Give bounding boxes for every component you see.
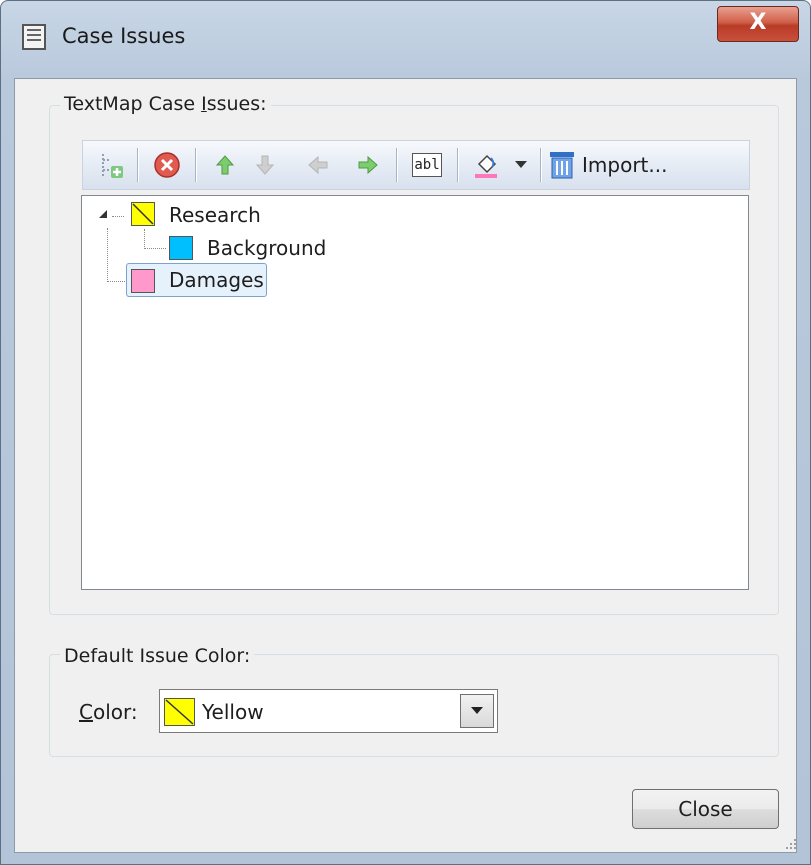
toolbar-separator	[540, 148, 541, 182]
selected-color-swatch	[164, 698, 195, 726]
tree-connector	[107, 228, 108, 282]
move-right-button[interactable]	[348, 148, 388, 182]
move-left-icon	[308, 155, 328, 175]
move-up-icon	[215, 155, 235, 175]
tree-item-research[interactable]: Research	[169, 203, 261, 227]
fill-color-dropdown[interactable]	[508, 148, 534, 182]
close-button[interactable]: Close	[632, 789, 779, 829]
tree-connector	[144, 229, 145, 249]
tree-connector	[112, 216, 124, 217]
move-right-icon	[358, 155, 378, 175]
expand-collapse-icon[interactable]	[97, 208, 109, 220]
dropdown-arrow-icon	[515, 161, 527, 168]
window-close-button[interactable]: X	[717, 6, 799, 42]
color-dropdown-button[interactable]	[460, 694, 494, 728]
issues-group-label: TextMap Case Issues:	[60, 93, 271, 115]
rename-button[interactable]: abl	[405, 148, 449, 182]
toolbar-separator	[137, 148, 138, 182]
resize-grip-icon[interactable]	[785, 838, 797, 850]
import-button[interactable]: Import...	[548, 148, 694, 182]
tree-connector	[144, 248, 166, 249]
fill-color-button[interactable]	[466, 148, 506, 182]
damages-swatch	[131, 269, 155, 293]
toolbar-separator	[396, 148, 397, 182]
research-swatch	[131, 202, 155, 226]
move-left-button[interactable]	[298, 148, 338, 182]
app-icon	[22, 24, 46, 50]
import-icon	[550, 152, 574, 179]
move-down-button[interactable]	[245, 148, 285, 182]
tree-item-damages[interactable]: Damages	[169, 268, 264, 292]
toolbar-separator	[195, 148, 196, 182]
move-up-button[interactable]	[205, 148, 245, 182]
move-down-icon	[255, 155, 275, 175]
toolbar-separator	[457, 148, 458, 182]
slash-pattern-icon	[132, 203, 154, 225]
add-issue-icon	[102, 154, 123, 178]
background-swatch	[169, 236, 193, 260]
color-label: Color:	[79, 700, 138, 724]
add-issue-button[interactable]	[90, 148, 130, 182]
delete-icon	[154, 152, 180, 178]
chevron-down-icon	[471, 707, 483, 714]
window-title: Case Issues	[62, 24, 186, 48]
delete-issue-button[interactable]	[147, 148, 187, 182]
rename-icon: abl	[412, 153, 442, 177]
default-color-group-label: Default Issue Color:	[60, 645, 255, 667]
import-label: Import...	[582, 153, 668, 177]
slash-pattern-icon	[165, 699, 194, 725]
fill-color-icon	[475, 154, 497, 178]
tree-item-background[interactable]: Background	[207, 236, 326, 260]
color-select-value: Yellow	[202, 700, 264, 724]
